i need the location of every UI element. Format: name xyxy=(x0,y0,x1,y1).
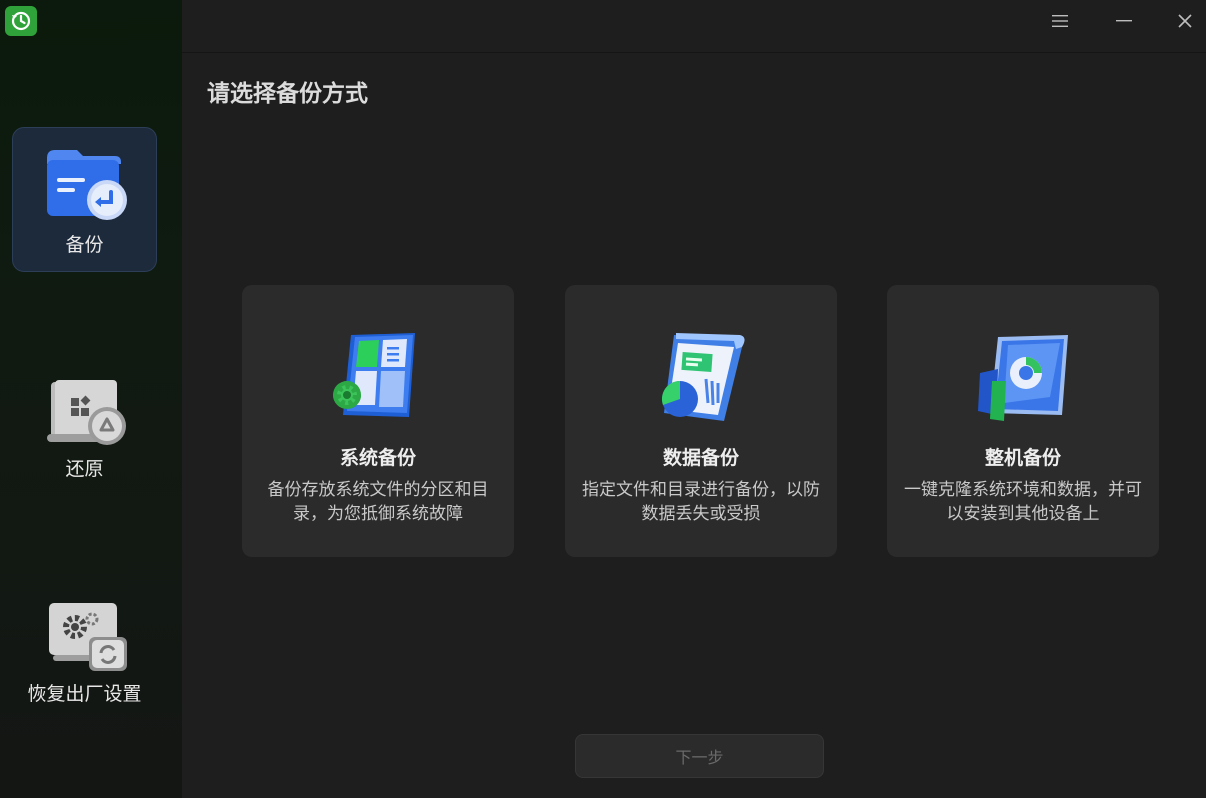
system-backup-card[interactable]: 系统备份 备份存放系统文件的分区和目录，为您抵御系统故障 xyxy=(242,285,514,557)
titlebar xyxy=(182,0,1206,53)
card-title: 整机备份 xyxy=(984,447,1061,469)
data-backup-icon xyxy=(646,329,756,429)
folder-backup-icon xyxy=(43,144,127,222)
data-backup-card[interactable]: 数据备份 指定文件和目录进行备份，以防数据丢失或受损 xyxy=(565,285,837,557)
sidebar-item-label: 备份 xyxy=(65,234,104,256)
sidebar-item-label: 还原 xyxy=(65,458,104,480)
main-panel: 请选择备份方式 系统备份 备份存放系统文件的分区和目录，为您抵御系统故障 数据备… xyxy=(182,0,1206,798)
page-title: 请选择备份方式 xyxy=(207,81,368,107)
minimize-icon[interactable] xyxy=(1106,8,1142,34)
sidebar: 备份 还原 恢复出厂设置 xyxy=(0,0,182,798)
card-description: 一键克隆系统环境和数据，并可以安装到其他设备上 xyxy=(904,480,1142,524)
menu-icon[interactable] xyxy=(1042,8,1078,34)
factory-reset-gear-icon xyxy=(43,593,127,671)
app-logo-icon xyxy=(5,6,37,36)
sidebar-item-backup[interactable]: 备份 xyxy=(12,127,157,272)
card-description: 指定文件和目录进行备份，以防数据丢失或受损 xyxy=(582,480,820,524)
sidebar-item-factory-reset[interactable]: 恢复出厂设置 xyxy=(12,577,157,722)
full-machine-backup-card[interactable]: 整机备份 一键克隆系统环境和数据，并可以安装到其他设备上 xyxy=(887,285,1159,557)
card-description: 备份存放系统文件的分区和目录，为您抵御系统故障 xyxy=(267,480,489,524)
card-title: 系统备份 xyxy=(339,447,416,469)
close-icon[interactable] xyxy=(1167,8,1203,34)
restore-recycle-icon xyxy=(43,368,127,446)
full-machine-backup-icon xyxy=(968,329,1078,429)
sidebar-item-restore[interactable]: 还原 xyxy=(12,352,157,497)
system-backup-icon xyxy=(323,329,433,429)
next-button[interactable]: 下一步 xyxy=(575,734,824,778)
sidebar-item-label: 恢复出厂设置 xyxy=(27,683,142,705)
card-title: 数据备份 xyxy=(662,447,739,469)
